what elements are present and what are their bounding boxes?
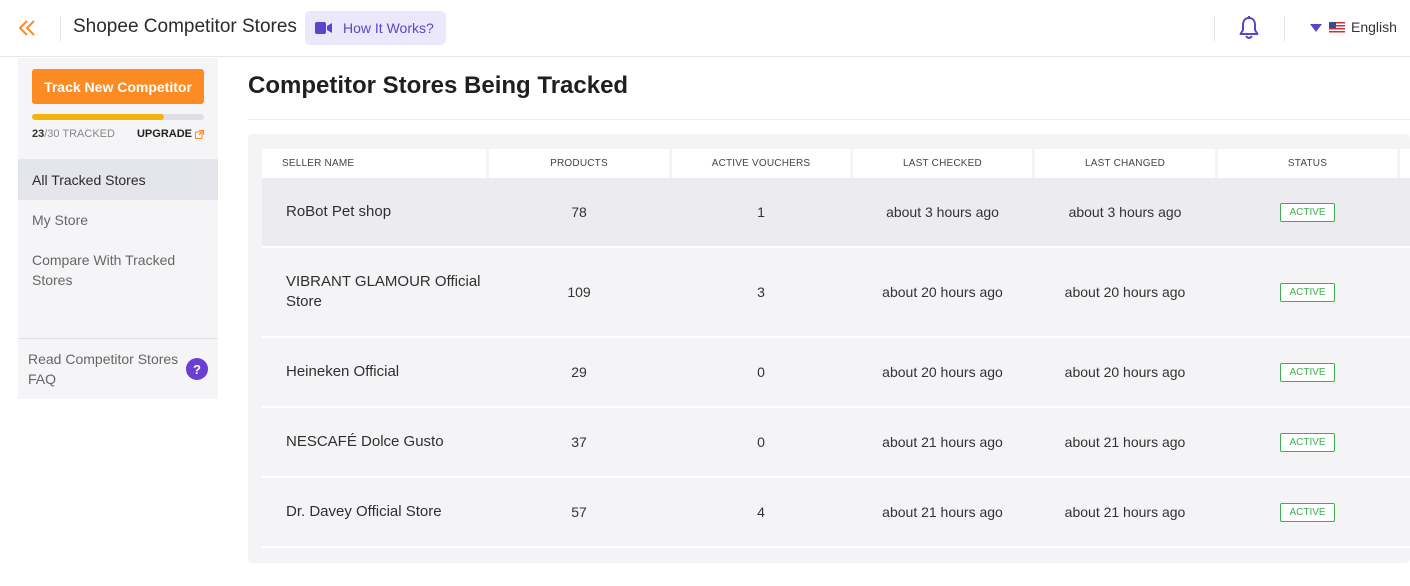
seller-name[interactable]: VIBRANT GLAMOUR Official Store <box>262 248 486 336</box>
column-header-last-checked[interactable]: LAST CHECKED <box>853 149 1032 178</box>
vouchers-count: 1 <box>757 204 765 220</box>
products-count: 37 <box>571 434 587 450</box>
us-flag-icon <box>1329 21 1345 33</box>
status-badge: ACTIVE <box>1280 202 1335 222</box>
last-checked: about 21 hours ago <box>882 434 1003 450</box>
upgrade-label: UPGRADE <box>136 128 192 140</box>
header-divider <box>1214 16 1215 41</box>
status-badge: ACTIVE <box>1280 502 1335 522</box>
sidebar-item-my-store[interactable]: My Store <box>18 200 218 240</box>
status-cell: ACTIVE <box>1218 248 1397 336</box>
seller-name[interactable]: Heineken Official <box>262 338 486 406</box>
status-badge: ACTIVE <box>1280 432 1335 452</box>
column-header-status[interactable]: STATUS <box>1218 149 1397 178</box>
page-title: Competitor Stores Being Tracked <box>248 72 629 99</box>
header-divider <box>1284 16 1285 41</box>
products-count: 57 <box>571 504 587 520</box>
table-row[interactable]: VIBRANT GLAMOUR Official Store 109 3 abo… <box>262 248 1410 338</box>
products-count: 109 <box>567 284 591 300</box>
faq-link[interactable]: Read Competitor Stores FAQ <box>28 349 186 389</box>
how-it-works-label: How It Works? <box>343 20 434 36</box>
column-header-overflow <box>1400 149 1410 178</box>
last-checked: about 20 hours ago <box>882 364 1003 380</box>
external-link-icon <box>195 129 204 139</box>
column-header-last-changed[interactable]: LAST CHANGED <box>1035 149 1215 178</box>
status-cell: ACTIVE <box>1218 478 1397 546</box>
vouchers-count: 4 <box>757 504 765 520</box>
tracked-total: /30 TRACKED <box>44 128 115 140</box>
table-row[interactable]: NESCAFÉ Dolce Gusto 37 0 about 21 hours … <box>262 408 1410 478</box>
table-row[interactable]: Heineken Official 29 0 about 20 hours ag… <box>262 338 1410 408</box>
status-cell: ACTIVE <box>1218 178 1397 246</box>
last-checked: about 20 hours ago <box>882 284 1003 300</box>
caret-down-icon <box>1310 24 1322 32</box>
last-changed: about 3 hours ago <box>1068 204 1182 220</box>
language-select[interactable]: English <box>1310 19 1397 35</box>
tracked-used: 23 <box>32 128 45 140</box>
column-header-products[interactable]: PRODUCTS <box>489 149 669 178</box>
video-camera-icon <box>315 22 332 34</box>
tracked-progress-bar <box>32 114 204 120</box>
sidebar-divider <box>18 338 218 339</box>
status-cell: ACTIVE <box>1218 338 1397 406</box>
last-changed: about 21 hours ago <box>1064 504 1186 520</box>
how-it-works-button[interactable]: How It Works? <box>305 11 446 45</box>
table-row[interactable]: RoBot Pet shop 78 1 about 3 hours ago ab… <box>262 178 1410 248</box>
column-header-active-vouchers[interactable]: ACTIVE VOUCHERS <box>672 149 850 178</box>
sidebar-item-compare[interactable]: Compare With Tracked Stores <box>18 240 218 300</box>
sidebar-item-all-tracked-stores[interactable]: All Tracked Stores <box>18 159 218 200</box>
seller-name[interactable]: NESCAFÉ Dolce Gusto <box>262 408 486 476</box>
status-badge: ACTIVE <box>1280 282 1335 302</box>
seller-name[interactable]: Dr. Davey Official Store <box>262 478 486 546</box>
last-changed: about 21 hours ago <box>1064 434 1186 450</box>
column-header-seller-name[interactable]: SELLER NAME <box>262 149 486 178</box>
title-divider <box>248 119 1410 120</box>
app-title: Shopee Competitor Stores <box>73 16 297 37</box>
double-chevron-left-icon[interactable] <box>16 17 38 39</box>
header-divider <box>60 16 61 41</box>
status-cell: ACTIVE <box>1218 408 1397 476</box>
track-new-competitor-button[interactable]: Track New Competitor <box>32 69 204 104</box>
tracked-count: 23/30 TRACKED <box>32 128 115 140</box>
vouchers-count: 0 <box>757 364 765 380</box>
products-count: 78 <box>571 204 587 220</box>
products-count: 29 <box>571 364 587 380</box>
tracked-progress-fill <box>32 114 164 120</box>
help-icon[interactable]: ? <box>186 358 208 380</box>
language-label: English <box>1351 19 1397 35</box>
last-checked: about 21 hours ago <box>882 504 1003 520</box>
upgrade-link[interactable]: UPGRADE <box>137 128 204 140</box>
vouchers-count: 0 <box>757 434 765 450</box>
top-bar: Shopee Competitor Stores How It Works? E… <box>0 0 1410 57</box>
bell-icon[interactable] <box>1238 15 1260 41</box>
last-checked: about 3 hours ago <box>886 204 999 220</box>
status-badge: ACTIVE <box>1280 362 1335 382</box>
sidebar: Track New Competitor 23/30 TRACKED UPGRA… <box>18 58 218 399</box>
last-changed: about 20 hours ago <box>1064 364 1186 380</box>
vouchers-count: 3 <box>757 284 765 300</box>
seller-name[interactable]: RoBot Pet shop <box>262 178 486 246</box>
last-changed: about 20 hours ago <box>1064 284 1186 300</box>
table-row[interactable]: Dr. Davey Official Store 57 4 about 21 h… <box>262 478 1410 548</box>
